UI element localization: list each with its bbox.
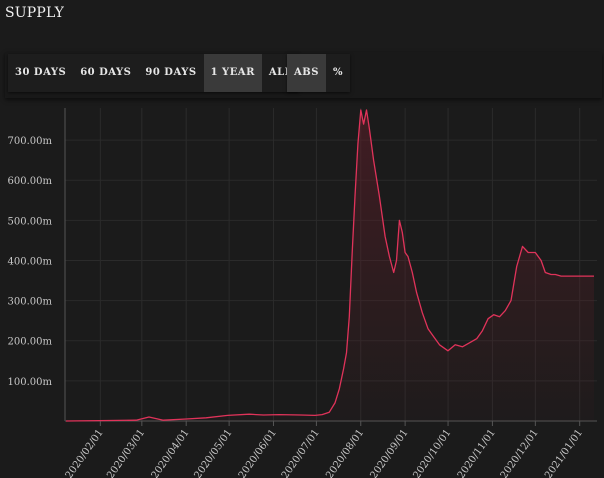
x-tick-label: 2020/08/01 [324,427,366,478]
x-tick-label: 2021/01/01 [543,427,585,478]
y-tick-label: 100.00m [8,377,53,388]
y-tick-label: 200.00m [8,337,53,348]
y-tick-label: 500.00m [8,216,53,227]
x-tick-label: 2020/03/01 [105,427,147,478]
y-tick-label: 600.00m [8,176,53,187]
y-tick-label: 300.00m [8,297,53,308]
x-tick-label: 2020/02/01 [64,427,106,478]
x-tick-label: 2020/07/01 [280,427,322,478]
x-tick-label: 2020/05/01 [193,427,235,478]
x-tick-label: 2020/12/01 [499,427,541,478]
x-tick-label: 2020/09/01 [369,427,411,478]
supply-chart: 100.00m 200.00m 300.00m 400.00m 500.00m 600.0… [8,108,597,478]
y-tick-label: 700.00m [8,136,53,147]
series-area [66,110,594,421]
x-tick-label: 2020/10/01 [411,427,453,478]
y-tick-label: 400.00m [8,256,53,267]
x-tick-label: 2020/06/01 [237,427,279,478]
x-tick-label: 2020/04/01 [150,427,192,478]
x-tick-label: 2020/11/01 [456,427,498,478]
